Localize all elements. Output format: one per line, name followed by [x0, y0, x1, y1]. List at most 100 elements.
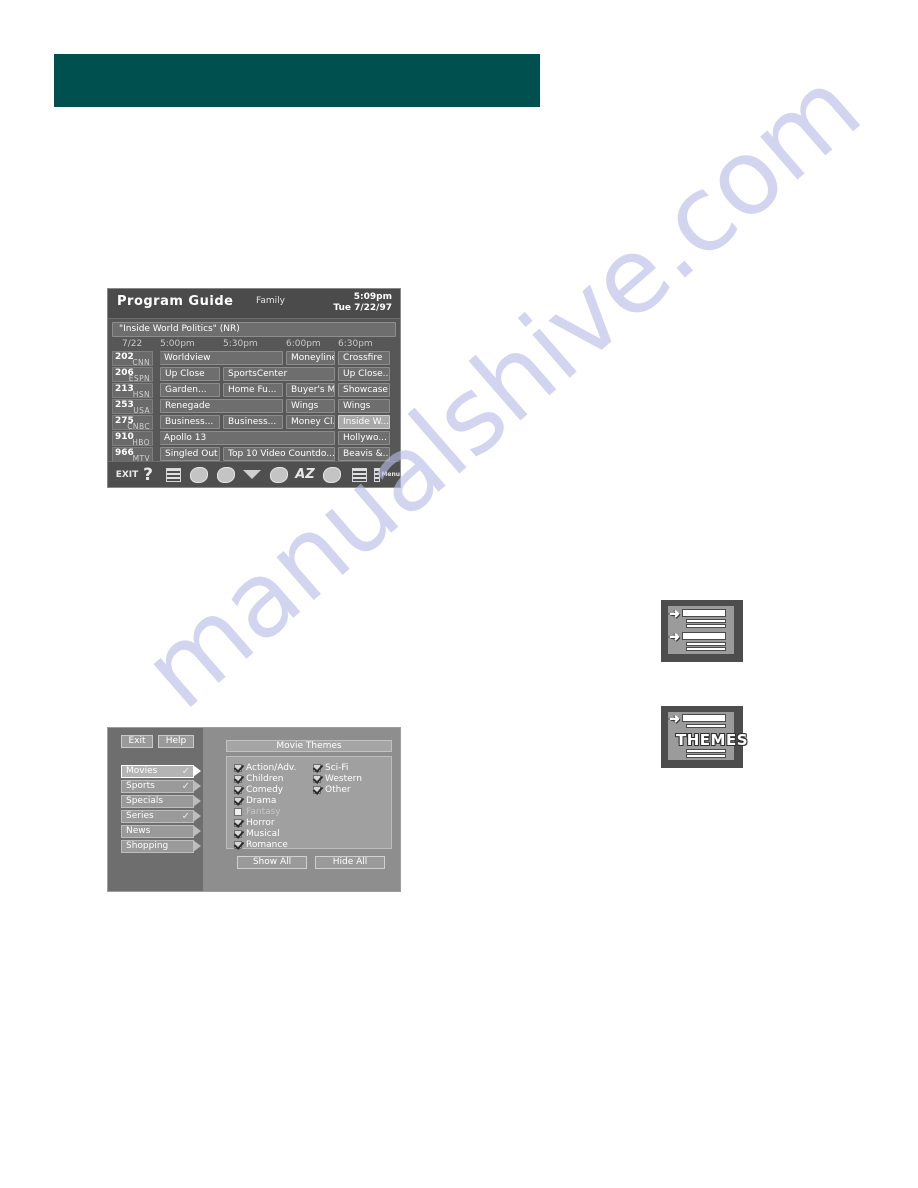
- category-tab-news[interactable]: News: [121, 825, 201, 838]
- program-cell[interactable]: Inside W...: [338, 415, 390, 429]
- guide-time-header: 7/22 5:00pm 5:30pm 6:00pm 6:30pm: [112, 339, 396, 351]
- guide-channel-row: 213HSN Garden...Home Fu...Buyer's M...Sho…: [112, 383, 396, 399]
- program-cell[interactable]: Buyer's M...: [286, 383, 335, 397]
- category-tab-label: Shopping: [126, 841, 169, 851]
- listings-icon-graphic: ➜ ➜: [668, 606, 734, 654]
- search-icon-glyph: [323, 466, 341, 483]
- program-cell[interactable]: Up Close...: [338, 367, 390, 381]
- page-title: Program Guide: [117, 294, 234, 309]
- channel-button[interactable]: 206 ESPN: [112, 367, 153, 383]
- movies-icon[interactable]: [268, 465, 290, 484]
- program-cell[interactable]: Home Fu...: [223, 383, 283, 397]
- program-cell[interactable]: Crossfire: [338, 351, 390, 365]
- program-cell[interactable]: Wings: [338, 399, 390, 413]
- themes-content: Movie Themes Action/Adv. Children Comedy Dr…: [203, 728, 400, 891]
- theme-label: Fantasy: [246, 807, 281, 817]
- kids-icon[interactable]: [214, 465, 238, 484]
- time-slot-label: 5:00pm: [160, 339, 195, 349]
- menu-icon[interactable]: Menu: [374, 465, 400, 484]
- arrow-right-icon: ➜: [669, 629, 680, 644]
- theme-label: Horror: [246, 818, 275, 828]
- program-cell[interactable]: Apollo 13: [160, 431, 335, 445]
- guide-toolbar: EXIT? AZ Menu: [108, 461, 400, 487]
- channel-number: 910: [115, 432, 134, 442]
- channel-button[interactable]: 275 CNBC: [112, 415, 153, 431]
- channel-button[interactable]: 213 HSN: [112, 383, 153, 399]
- channel-network: USA: [133, 406, 150, 415]
- program-cell[interactable]: Top 10 Video Countdo...: [223, 447, 335, 461]
- help-button[interactable]: Help: [158, 735, 194, 748]
- listings-icon[interactable]: [162, 465, 184, 484]
- channel-button[interactable]: 910 HBO: [112, 431, 153, 447]
- program-cell[interactable]: Money Cl...: [286, 415, 335, 429]
- guide-time: 5:09pm: [353, 292, 392, 302]
- theme-label: Children: [246, 774, 284, 784]
- alphabetical-az-icon[interactable]: AZ: [294, 465, 316, 484]
- down-triangle-icon[interactable]: [240, 465, 264, 484]
- time-slot-label: 6:30pm: [338, 339, 373, 349]
- now-playing-bar[interactable]: "Inside World Politics" (NR): [112, 322, 396, 337]
- schedule-icon[interactable]: [348, 465, 370, 484]
- theme-label: Other: [325, 785, 351, 795]
- sports-icon[interactable]: [188, 465, 210, 484]
- exit-icon[interactable]: EXIT: [115, 465, 139, 484]
- program-cell[interactable]: Wings: [286, 399, 335, 413]
- program-cell[interactable]: Beavis &...: [338, 447, 390, 461]
- guide-channel-row: 253 USA Renegade Wings Wings: [112, 399, 396, 415]
- guide-grid: 7/22 5:00pm 5:30pm 6:00pm 6:30pm 202 CNN W…: [108, 339, 400, 463]
- program-cell[interactable]: Up Close: [160, 367, 220, 381]
- guide-channel-row: 206 ESPN Up Close SportsCenter Up Close...: [112, 367, 396, 383]
- program-cell[interactable]: Renegade: [160, 399, 283, 413]
- help-question-icon[interactable]: ?: [141, 465, 155, 485]
- hide-all-button[interactable]: Hide All: [315, 856, 385, 869]
- menu-icon-glyph: [374, 467, 381, 482]
- tab-arrow-icon: [193, 825, 201, 837]
- category-tab-sports[interactable]: Sports ✓: [121, 780, 201, 793]
- program-cell[interactable]: Moneyline: [286, 351, 335, 365]
- movies-icon-glyph: [270, 466, 288, 483]
- program-cell[interactable]: Business...: [160, 415, 220, 429]
- theme-checkbox-romance[interactable]: Romance: [234, 839, 288, 851]
- tab-arrow-icon: [193, 765, 201, 777]
- channel-button[interactable]: 253 USA: [112, 399, 153, 415]
- program-cell[interactable]: Business...: [223, 415, 283, 429]
- checkbox-icon: [234, 819, 242, 827]
- category-tab-shopping[interactable]: Shopping: [121, 840, 201, 853]
- program-cell[interactable]: Hollywo...: [338, 431, 390, 445]
- guide-channel-row: 275CNBCBusiness...Business...Money Cl...…: [112, 415, 396, 431]
- channel-button[interactable]: 202 CNN: [112, 351, 153, 367]
- listings-icon-glyph: [165, 467, 181, 482]
- guide-channel-row: 202 CNN Worldview Moneyline Crossfire: [112, 351, 396, 367]
- category-tab-specials[interactable]: Specials: [121, 795, 201, 808]
- panel-title: Movie Themes: [226, 740, 392, 752]
- toolbar-icon-label: AZ: [295, 467, 315, 482]
- show-all-button[interactable]: Show All: [237, 856, 307, 869]
- exit-button[interactable]: Exit: [121, 735, 153, 748]
- program-cell[interactable]: Worldview: [160, 351, 283, 365]
- themes-icon-graphic: ➜ THEMES: [668, 712, 748, 760]
- themes-icon-label: THEMES: [676, 731, 749, 749]
- toolbar-icon-label: EXIT: [115, 469, 139, 480]
- program-cell[interactable]: Garden...: [160, 383, 220, 397]
- checkbox-icon: [313, 786, 321, 794]
- checkbox-icon: [234, 786, 242, 794]
- checkbox-icon: [313, 764, 321, 772]
- category-tab-label: Movies: [126, 766, 158, 776]
- category-tab-label: News: [126, 826, 151, 836]
- checkbox-icon: [234, 797, 242, 805]
- search-icon[interactable]: [320, 465, 344, 484]
- program-cell[interactable]: Singled Out: [160, 447, 220, 461]
- checkbox-icon: [234, 775, 242, 783]
- program-cell[interactable]: SportsCenter: [223, 367, 335, 381]
- schedule-icon-glyph: [351, 467, 367, 482]
- channel-button[interactable]: 966 MTV: [112, 447, 153, 463]
- tab-arrow-icon: [193, 840, 201, 852]
- tab-arrow-icon: [193, 795, 201, 807]
- themes-sidebar: Exit Help Movies ✓ Sports ✓ Specials Series ✓ N…: [108, 728, 203, 891]
- theme-checkbox-other[interactable]: Other: [313, 784, 351, 796]
- category-tab-movies[interactable]: Movies ✓: [121, 765, 201, 778]
- theme-label: Western: [325, 774, 362, 784]
- program-cell[interactable]: Showcase: [338, 383, 390, 397]
- category-tab-series[interactable]: Series ✓: [121, 810, 201, 823]
- time-slot-label: 6:00pm: [286, 339, 321, 349]
